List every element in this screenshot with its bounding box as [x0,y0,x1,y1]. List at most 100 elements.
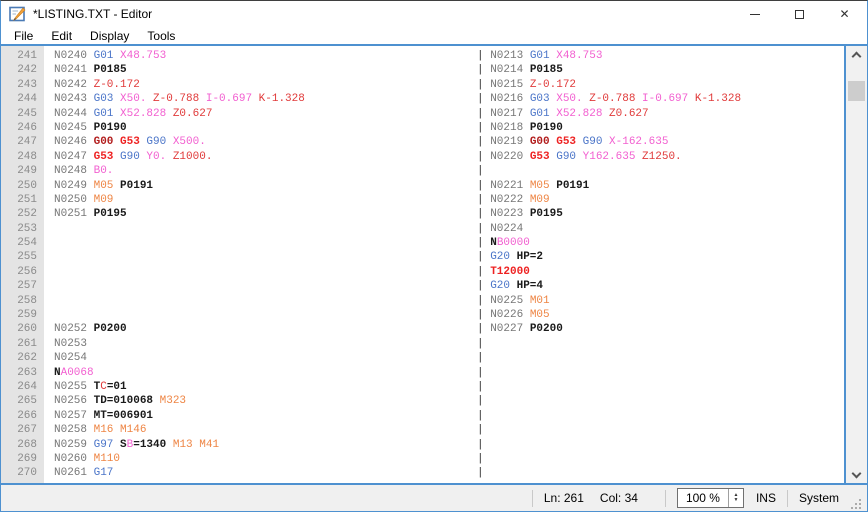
code-token: B0. [94,165,114,177]
line-indicator: Ln: 261 [544,491,584,505]
code-row[interactable]: N0257 MT=006901| [54,409,844,423]
code-row[interactable]: N0245 P0190| N0218 P0190 [54,121,844,135]
code-line-right: | N0214 P0185 [477,63,844,77]
editor-pane: 2412422432442452462472482492502512522532… [1,44,867,485]
code-token: G01 [530,108,556,120]
code-row[interactable]: | T12000 [54,265,844,279]
code-line-left: N0246 G00 G53 G90 X500. [54,135,477,149]
code-row[interactable]: | G20 HP=4 [54,279,844,293]
code-row[interactable]: N0247 G53 G90 Y0. Z1000.| N0220 G53 G90 … [54,150,844,164]
zoom-spinner[interactable]: 100 % ▲ ▼ [677,488,744,508]
code-row[interactable]: N0260 M110| [54,452,844,466]
line-number: 268 [1,438,44,452]
code-token: P0191 [120,180,153,192]
code-token: P0185 [94,64,127,76]
code-token: Y0. [146,151,172,163]
scrollbar-up-button[interactable] [846,46,867,63]
scrollbar-down-button[interactable] [846,466,867,483]
code-line-left: N0243 G03 X50. Z-0.788 I-0.697 K-1.328 [54,92,477,106]
code-line-left [54,265,477,279]
code-token: N0261 [54,467,94,479]
code-token: | [477,338,484,350]
code-row[interactable]: N0241 P0185 | N0214 P0185 [54,63,844,77]
code-row[interactable]: N0244 G01 X52.828 Z0.627| N0217 G01 X52.… [54,107,844,121]
code-token: | [477,381,484,393]
line-number: 262 [1,351,44,365]
code-token: N0217 [490,108,530,120]
code-line-left: NA0068 [54,366,477,380]
resize-grip[interactable] [849,497,863,511]
code-row[interactable]: N0242 Z-0.172| N0215 Z-0.172 [54,78,844,92]
code-line-left: N0261 G17 [54,466,477,480]
code-token: X500. [173,136,206,148]
code-row[interactable]: N0251 P0195| N0223 P0195 [54,207,844,221]
code-token: G90 [583,136,609,148]
code-row[interactable]: N0243 G03 X50. Z-0.788 I-0.697 K-1.328| … [54,92,844,106]
code-row[interactable]: N0240 G01 X48.753| N0213 G01 X48.753 [54,49,844,63]
code-token: K-1.328 [695,93,741,105]
code-row[interactable]: N0246 G00 G53 G90 X500.| N0219 G00 G53 G… [54,135,844,149]
line-number: 251 [1,193,44,207]
close-button[interactable]: ✕ [822,1,867,27]
code-token: N0259 [54,439,94,451]
code-row[interactable]: | N0225 M01 [54,294,844,308]
minimize-button[interactable] [732,1,777,27]
code-line-left: N0253 [54,337,477,351]
code-line-right: | [477,452,844,466]
line-number: 261 [1,337,44,351]
code-token: | [477,295,490,307]
line-number: 252 [1,207,44,221]
code-token: M13 M41 [173,439,219,451]
code-token: | [477,410,484,422]
menu-item-edit[interactable]: Edit [46,29,77,43]
code-token: A0068 [61,367,94,379]
code-area[interactable]: N0240 G01 X48.753| N0213 G01 X48.753N024… [44,46,844,483]
code-line-left [54,222,477,236]
code-token: P0200 [94,323,127,335]
code-token: P0195 [94,208,127,220]
code-row[interactable]: N0253| [54,337,844,351]
menu-item-display[interactable]: Display [85,29,134,43]
code-row[interactable]: N0254| [54,351,844,365]
code-line-left: N0259 G97 SB=1340 M13 M41 [54,438,477,452]
code-row[interactable]: N0249 M05 P0191| N0221 M05 P0191 [54,179,844,193]
code-token: | [477,266,490,278]
code-line-right: | [477,466,844,480]
code-row[interactable]: N0256 TD=010068 M323| [54,394,844,408]
code-token: X48.753 [556,50,602,62]
maximize-button[interactable] [777,1,822,27]
code-row[interactable]: N0252 P0200| N0227 P0200 [54,322,844,336]
code-row[interactable]: | N0224 [54,222,844,236]
code-token: N0227 [490,323,530,335]
code-row[interactable]: N0258 M16 M146| [54,423,844,437]
code-row[interactable]: | G20 HP=2 [54,250,844,264]
code-row[interactable]: N0259 G97 SB=1340 M13 M41| [54,438,844,452]
line-number: 260 [1,322,44,336]
code-token: Z-0.172 [530,79,576,91]
code-token: | [477,352,484,364]
code-token: T12000 [490,266,530,278]
code-token: N0241 [54,64,94,76]
code-token: N0240 [54,50,94,62]
code-token: P0190 [94,122,127,134]
scrollbar-thumb[interactable] [848,81,865,101]
menu-item-file[interactable]: File [9,29,38,43]
code-line-left: N0244 G01 X52.828 Z0.627 [54,107,477,121]
scrollbar-track[interactable] [846,63,867,466]
code-line-right: | T12000 [477,265,844,279]
code-row[interactable]: N0248 B0.| [54,164,844,178]
code-line-right: | [477,423,844,437]
code-row[interactable]: | NB0000 [54,236,844,250]
code-line-left [54,294,477,308]
code-row[interactable]: N0250 M09| N0222 M09 [54,193,844,207]
menu-item-tools[interactable]: Tools [142,29,180,43]
code-token: N [54,367,61,379]
code-row[interactable]: | N0226 M05 [54,308,844,322]
code-token: X52.828 [120,108,173,120]
code-row[interactable]: N0255 TC=01| [54,380,844,394]
zoom-spin-buttons[interactable]: ▲ ▼ [728,489,743,507]
code-row[interactable]: N0261 G17| [54,466,844,480]
code-token: N0256 [54,395,94,407]
code-row[interactable]: NA0068| [54,366,844,380]
vertical-scrollbar[interactable] [846,46,867,483]
